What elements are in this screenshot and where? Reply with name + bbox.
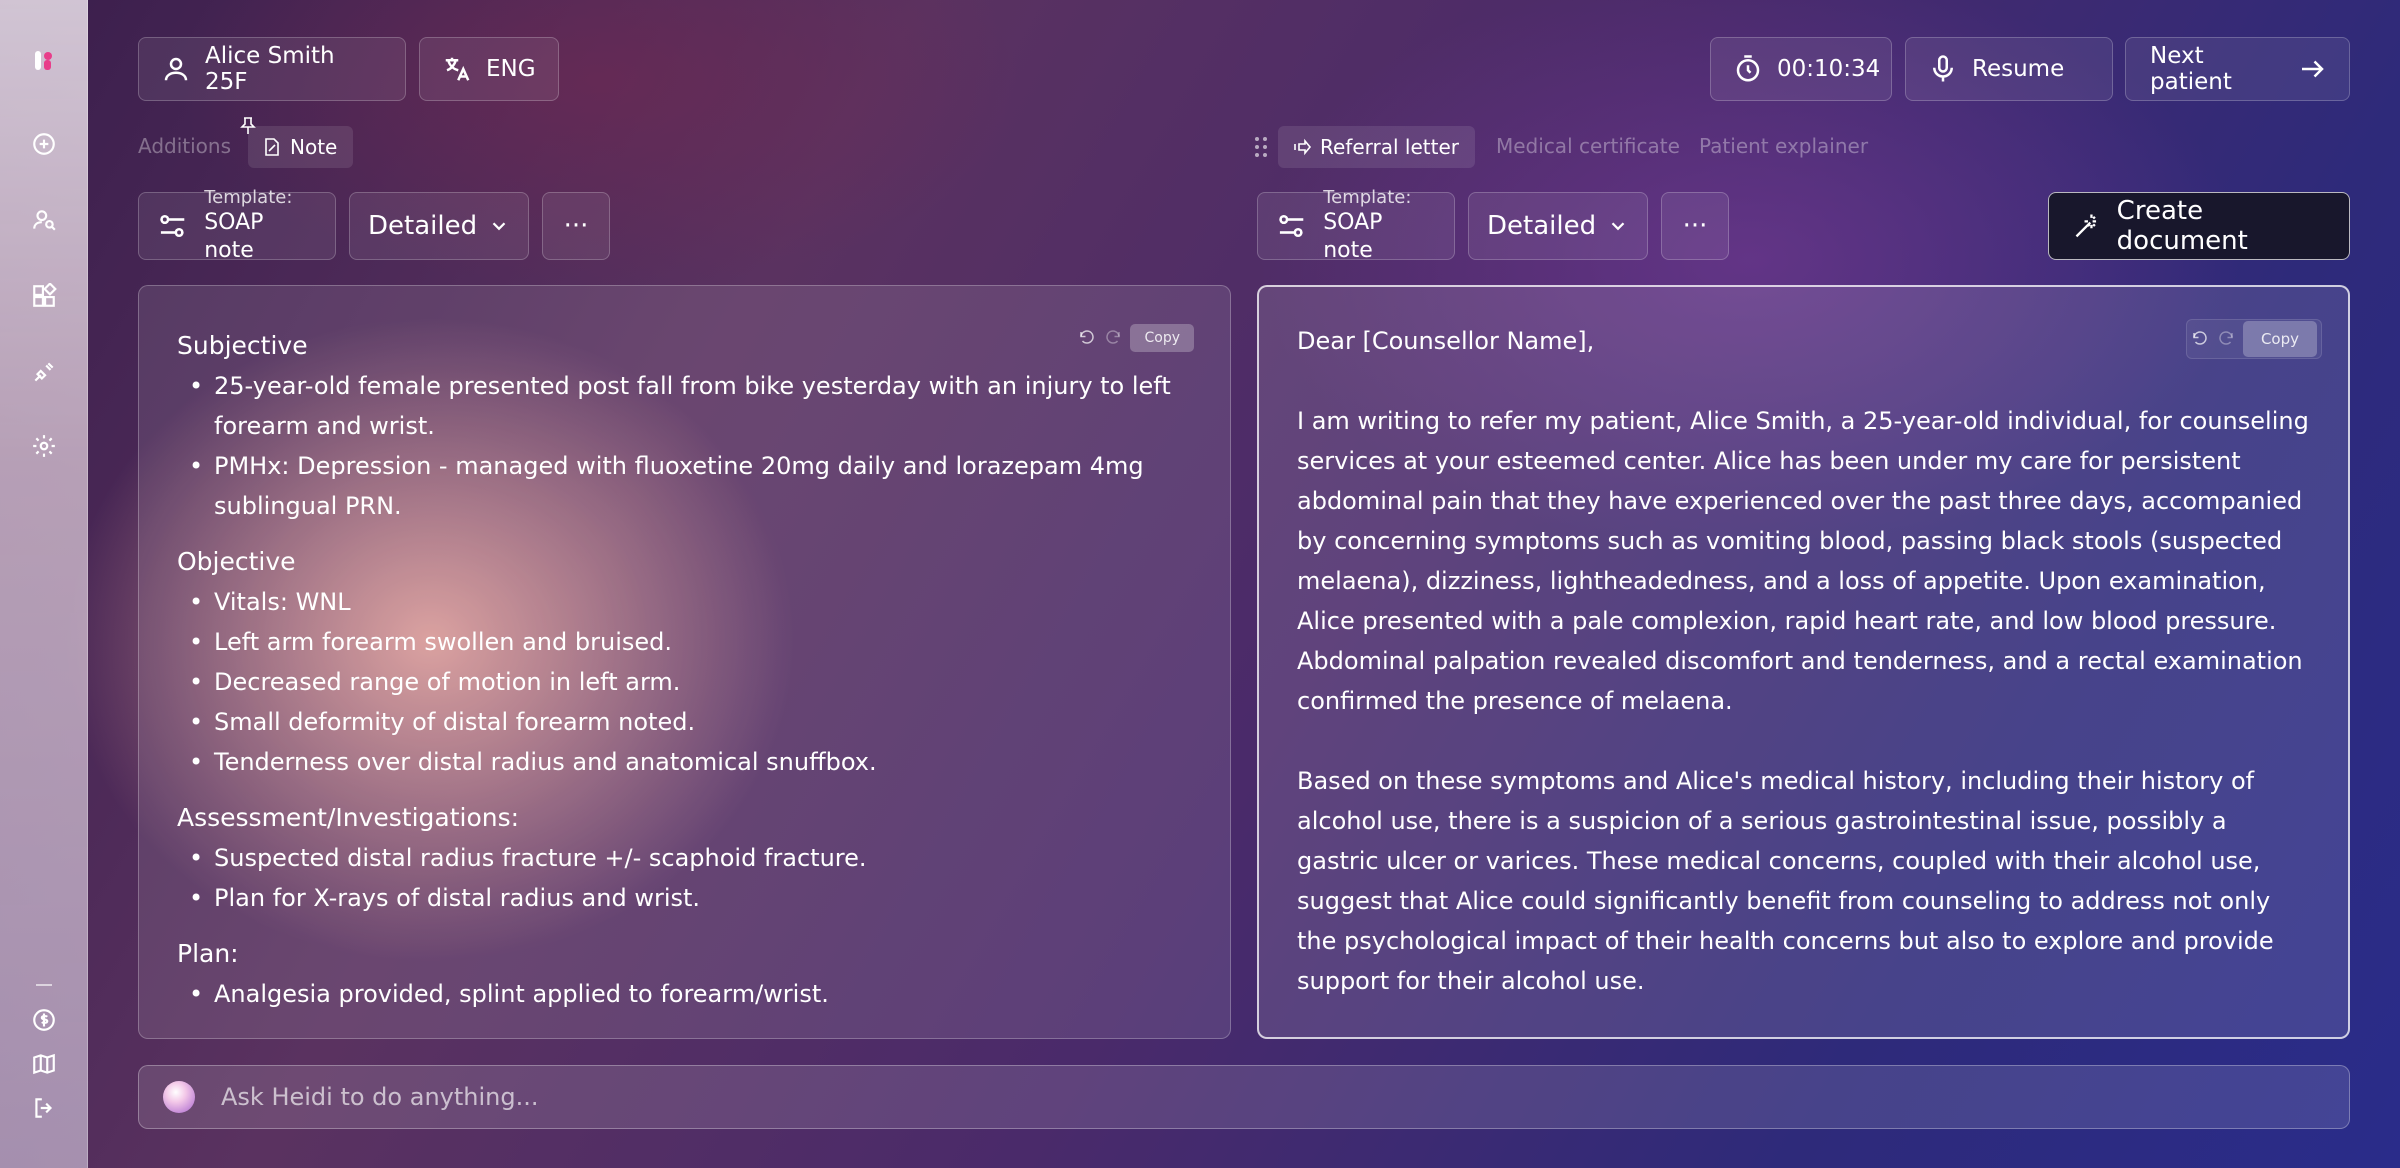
microphone-icon xyxy=(1933,55,1953,82)
copy-button[interactable]: Copy xyxy=(2242,321,2317,357)
resume-button[interactable]: Resume xyxy=(1905,37,2113,101)
create-document-label: Create document xyxy=(2116,196,2248,256)
language-label: ENG xyxy=(486,56,536,82)
template-name: SOAP note xyxy=(204,210,264,263)
chevron-down-icon xyxy=(492,222,506,231)
ask-heidi-input[interactable] xyxy=(221,1083,2325,1111)
undo-icon[interactable] xyxy=(1078,329,1096,347)
redo-icon[interactable] xyxy=(1104,329,1122,347)
heidi-orb-icon xyxy=(163,1081,195,1113)
list-item: Left arm forearm swollen and bruised. xyxy=(177,622,1192,662)
sidebar xyxy=(0,0,88,1168)
create-document-button[interactable]: Create document xyxy=(2048,192,2350,260)
template-name: SOAP note xyxy=(1323,210,1383,263)
stopwatch-icon xyxy=(1736,55,1760,82)
logout-icon[interactable] xyxy=(26,1090,62,1126)
integrations-icon[interactable] xyxy=(26,354,62,390)
next-patient-button[interactable]: Next patient xyxy=(2125,37,2350,101)
resume-label: Resume xyxy=(1972,56,2065,82)
letter-paragraph: Based on these symptoms and Alice's medi… xyxy=(1297,767,2274,995)
section-heading: Objective xyxy=(177,547,296,576)
list-item: Small deformity of distal forearm noted. xyxy=(177,702,1192,742)
chevron-down-icon xyxy=(1611,222,1625,231)
new-session-icon[interactable] xyxy=(26,126,62,162)
arrow-right-icon xyxy=(2302,60,2324,78)
sliders-icon xyxy=(160,214,185,238)
note-document-icon xyxy=(265,138,279,156)
settings-gear-icon[interactable] xyxy=(26,428,62,464)
section-heading: Assessment/Investigations: xyxy=(177,803,520,832)
letter-toolbar: Copy xyxy=(2185,319,2322,359)
letter-content[interactable]: Dear [Counsellor Name], I am writing to … xyxy=(1259,287,2348,1001)
list-item: PMHx: Depression - managed with fluoxeti… xyxy=(177,446,1192,526)
detail-dropdown-left[interactable]: Detailed xyxy=(349,192,529,260)
templates-icon[interactable] xyxy=(26,278,62,314)
patients-icon[interactable] xyxy=(26,202,62,238)
more-options-left[interactable]: ··· xyxy=(542,192,610,260)
tab-note[interactable]: Note xyxy=(248,126,354,168)
note-content[interactable]: Subjective 25-year-old female presented … xyxy=(139,286,1230,1014)
tab-medical-certificate[interactable]: Medical certificate xyxy=(1496,130,1680,162)
tab-referral-label: Referral letter xyxy=(1320,135,1459,159)
note-panel: Copy Subjective 25-year-old female prese… xyxy=(138,285,1231,1039)
list-item: Tenderness over distal radius and anatom… xyxy=(177,742,1192,782)
note-toolbar: Copy xyxy=(1074,318,1198,358)
patient-name: Alice Smith 25F xyxy=(205,43,335,95)
section-list: Suspected distal radius fracture +/- sca… xyxy=(177,838,1192,918)
list-item: Decreased range of motion in left arm. xyxy=(177,662,1192,702)
list-item: Vitals: WNL xyxy=(177,582,1192,622)
undo-icon[interactable] xyxy=(2191,330,2209,348)
list-item: Analgesia provided, splint applied to fo… xyxy=(177,974,1192,1014)
detail-value: Detailed xyxy=(1487,211,1597,241)
template-selector-left[interactable]: Template: SOAP note xyxy=(138,187,336,263)
letter-panel: Copy Dear [Counsellor Name], I am writin… xyxy=(1257,285,2350,1039)
heidi-logo-icon[interactable] xyxy=(26,42,62,78)
drag-handle-icon[interactable] xyxy=(1254,136,1268,158)
more-icon: ··· xyxy=(1682,211,1708,241)
map-icon[interactable] xyxy=(26,1046,62,1082)
billing-icon[interactable] xyxy=(26,1002,62,1038)
template-caption: Template: xyxy=(1323,187,1412,208)
more-options-right[interactable]: ··· xyxy=(1661,192,1729,260)
session-timer[interactable]: 00:10:34 xyxy=(1710,37,1892,101)
letter-greeting: Dear [Counsellor Name], xyxy=(1297,327,1595,355)
sidebar-divider xyxy=(36,984,52,986)
tab-note-label: Note xyxy=(290,135,338,159)
template-selector-right[interactable]: Template: SOAP note xyxy=(1257,187,1455,263)
tab-patient-explainer[interactable]: Patient explainer xyxy=(1699,130,1868,162)
ask-heidi-bar[interactable] xyxy=(138,1065,2350,1129)
language-selector[interactable]: ENG xyxy=(419,37,559,101)
section-list: 25-year-old female presented post fall f… xyxy=(177,366,1192,526)
tab-additions[interactable]: Additions xyxy=(138,130,231,162)
section-heading: Plan: xyxy=(177,939,239,968)
list-item: 25-year-old female presented post fall f… xyxy=(177,366,1192,446)
letter-paragraph: I am writing to refer my patient, Alice … xyxy=(1297,407,2309,715)
patient-selector[interactable]: Alice Smith 25F xyxy=(138,37,406,101)
timer-value: 00:10:34 xyxy=(1777,56,1881,82)
template-caption: Template: xyxy=(204,187,293,208)
list-item: Plan for X-rays of distal radius and wri… xyxy=(177,878,1192,918)
magic-wand-icon xyxy=(2075,214,2097,238)
section-heading: Subjective xyxy=(177,331,308,360)
sliders-icon xyxy=(1279,214,1304,238)
section-list: Analgesia provided, splint applied to fo… xyxy=(177,974,1192,1014)
tab-referral-letter[interactable]: Referral letter xyxy=(1278,126,1475,168)
translate-icon xyxy=(445,57,470,81)
detail-dropdown-right[interactable]: Detailed xyxy=(1468,192,1648,260)
forward-arrow-icon xyxy=(1294,138,1312,156)
more-icon: ··· xyxy=(563,211,589,241)
detail-value: Detailed xyxy=(368,211,478,241)
next-patient-label: Next patient xyxy=(2150,43,2232,95)
list-item: Suspected distal radius fracture +/- sca… xyxy=(177,838,1192,878)
section-list: Vitals: WNL Left arm forearm swollen and… xyxy=(177,582,1192,782)
user-icon xyxy=(164,57,188,81)
copy-button[interactable]: Copy xyxy=(1130,324,1194,352)
redo-icon[interactable] xyxy=(2217,330,2235,348)
